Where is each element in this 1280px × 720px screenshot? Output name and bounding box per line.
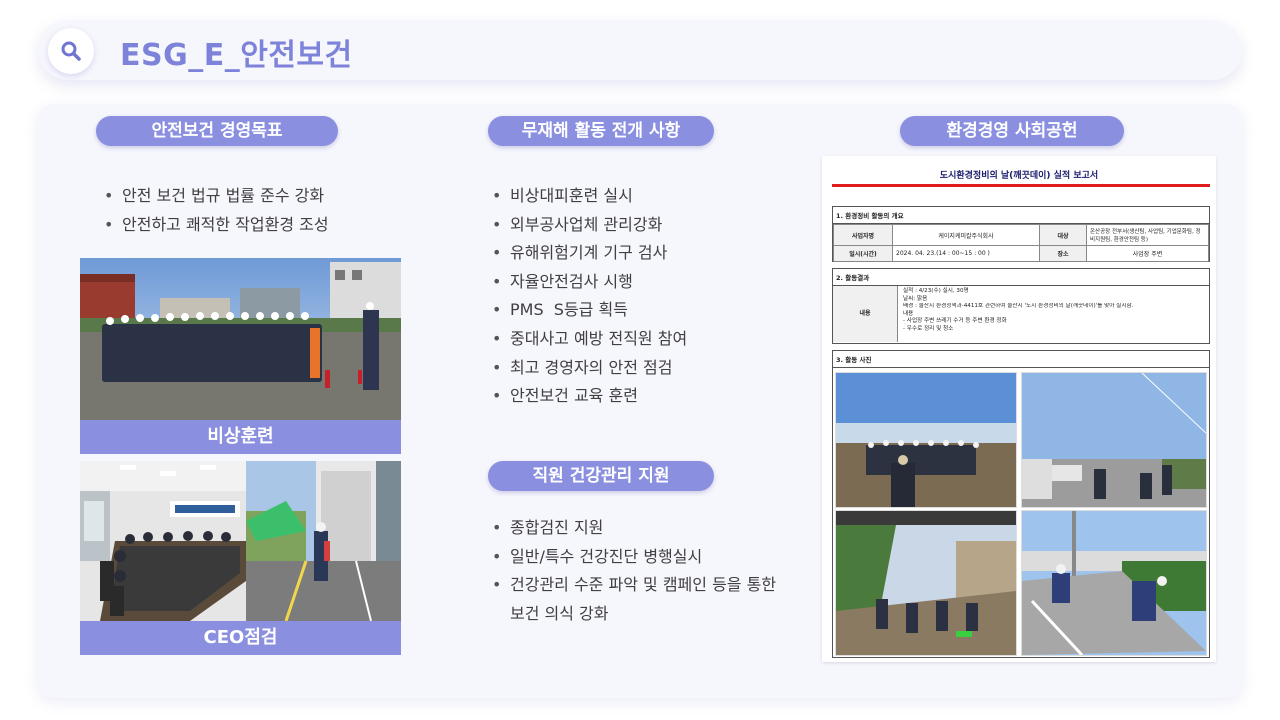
report-section-title: 1. 환경정비 활동의 개요: [833, 207, 1209, 224]
ceo-meeting-photo: [80, 461, 246, 621]
activity-photo-1: [835, 372, 1017, 508]
text-line: - 사업장 주변 쓰레기 수거 등 주변 환경 정화: [903, 318, 1007, 325]
list-item: 자율안전검사 시행: [492, 268, 687, 297]
report-divider: [832, 184, 1210, 187]
environment-csr-heading: 환경경영 사회공헌: [900, 116, 1124, 146]
list-item: 안전하고 쾌적한 작업환경 조성: [104, 211, 329, 240]
table-cell: 대상: [1039, 224, 1087, 246]
list-item: 종합검진 지원: [492, 514, 776, 543]
emergency-drill-caption: 비상훈련: [80, 420, 401, 454]
list-item: 안전보건 교육 훈련: [492, 382, 687, 411]
safety-goal-list: 안전 보건 법규 법률 준수 강화 안전하고 쾌적한 작업환경 조성: [104, 182, 329, 239]
zero-accident-list: 비상대피훈련 실시 외부공사업체 관리강화 유해위험기계 기구 검사 자율안전검…: [492, 182, 687, 411]
list-item: 유해위험기계 기구 검사: [492, 239, 687, 268]
ceo-site-inspection-photo: [246, 461, 401, 621]
text-line: 날씨: 맑음: [903, 295, 928, 302]
list-item-continuation: 보건 의식 강화: [510, 603, 609, 623]
search-button[interactable]: [48, 28, 94, 74]
text-line: - 우수로 정리 및 청소: [903, 325, 954, 332]
text-line: 배경 : 울산시 환경정책과-4411호 관련하여 울산시 '도시 환경정비의 …: [903, 303, 1134, 310]
list-item: PMS S등급 획득: [492, 296, 687, 325]
table-cell: 사업장 주변: [1086, 245, 1209, 262]
table-cell: 케이지케미칼주식회사: [892, 224, 1040, 246]
report-section-overview: 1. 환경정비 활동의 개요 사업자명 케이지케미칼주식회사 대상 온산공장 전…: [832, 206, 1210, 262]
list-item: 외부공사업체 관리강화: [492, 211, 687, 240]
table-cell: 사업자명: [833, 224, 893, 246]
report-section-results: 2. 활동결과 내용 실적 : 4/23(수) 실시, 30명 날씨: 맑음 배…: [832, 268, 1210, 344]
report-section-title: 2. 활동결과: [833, 269, 1209, 286]
report-section-title: 3. 활동 사진: [833, 351, 1209, 368]
table-cell: 2024. 04. 23.(14 : 00~15 : 00 ): [892, 245, 1040, 262]
report-content-text: 실적 : 4/23(수) 실시, 30명 날씨: 맑음 배경 : 울산시 환경정…: [903, 288, 1203, 334]
report-content-label: 내용: [833, 286, 898, 342]
list-item: 비상대피훈련 실시: [492, 182, 687, 211]
list-item: 안전 보건 법규 법률 준수 강화: [104, 182, 329, 211]
report-title: 도시환경정비의 날(깨끗데이) 실적 보고서: [939, 171, 1099, 181]
activity-photo-2: [1021, 372, 1207, 508]
list-item: 최고 경영자의 안전 점검: [492, 354, 687, 383]
emergency-drill-photo: [80, 258, 401, 420]
table-cell: 일시(시간): [833, 245, 893, 262]
activity-photo-4: [1021, 510, 1207, 656]
list-item: 일반/특수 건강진단 병행실시: [492, 543, 776, 572]
report-overview-table: 사업자명 케이지케미칼주식회사 대상 온산공장 전부서(생산팀, 사업팀, 기업…: [833, 224, 1209, 262]
text-line: 실적 : 4/23(수) 실시, 30명: [903, 288, 969, 294]
header-bar: ESG_E_안전보건: [38, 20, 1242, 80]
ceo-inspection-caption: CEO점검: [80, 621, 401, 655]
activity-report-document: 도시환경정비의 날(깨끗데이) 실적 보고서 1. 환경정비 활동의 개요 사업…: [822, 156, 1216, 662]
health-support-heading: 직원 건강관리 지원: [488, 461, 714, 491]
table-cell: 온산공장 전부서(생산팀, 사업팀, 기업문화팀, 정비지원팀, 환경안전팀 등…: [1086, 224, 1209, 246]
list-item: 건강관리 수준 파악 및 캠페인 등을 통한: [492, 571, 776, 600]
zero-accident-heading: 무재해 활동 전개 사항: [488, 116, 714, 146]
table-cell: 장소: [1039, 245, 1087, 262]
search-icon: [61, 41, 81, 61]
safety-goal-heading: 안전보건 경영목표: [96, 116, 338, 146]
page-title: ESG_E_안전보건: [120, 38, 353, 73]
list-item: 중대사고 예방 전직원 참여: [492, 325, 687, 354]
health-support-list: 종합검진 지원 일반/특수 건강진단 병행실시 건강관리 수준 파악 및 캠페인…: [492, 514, 776, 628]
activity-photo-3: [835, 510, 1017, 656]
